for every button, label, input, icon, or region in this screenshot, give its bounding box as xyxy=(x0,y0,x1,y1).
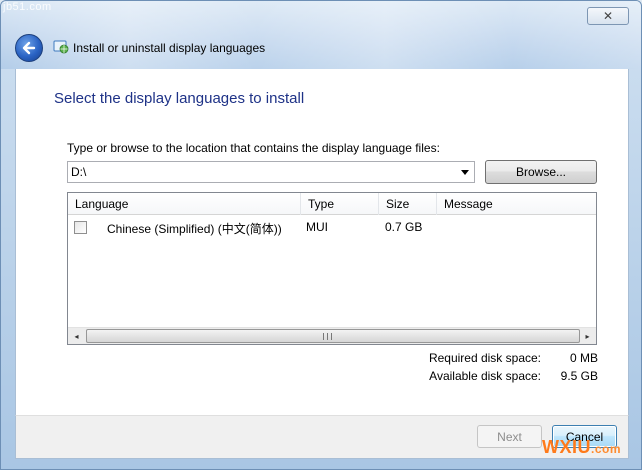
column-header-type[interactable]: Type xyxy=(301,193,379,215)
language-globe-icon xyxy=(53,40,69,54)
back-button[interactable] xyxy=(15,34,43,62)
column-header-language[interactable]: Language xyxy=(68,193,301,215)
window-title: Install or uninstall display languages xyxy=(73,41,266,55)
available-space-value: 9.5 GB xyxy=(560,369,598,383)
back-arrow-icon xyxy=(22,41,36,55)
column-header-size[interactable]: Size xyxy=(379,193,437,215)
browse-button[interactable]: Browse... xyxy=(485,160,597,184)
combobox-dropdown[interactable] xyxy=(458,165,472,179)
close-icon: ✕ xyxy=(602,9,614,23)
list-item[interactable]: Chinese (Simplified) (中文(简体)) MUI 0.7 GB xyxy=(68,217,596,237)
language-name: Chinese (Simplified) (中文(简体)) xyxy=(107,222,282,236)
scroll-left-button[interactable]: ◂ xyxy=(68,328,85,344)
page-heading: Select the display languages to install xyxy=(54,90,305,107)
available-space-label: Available disk space: xyxy=(429,369,541,383)
required-space-label: Required disk space: xyxy=(428,351,541,365)
column-header-message[interactable]: Message xyxy=(437,193,596,215)
language-type: MUI xyxy=(306,220,328,234)
button-bar: Next Cancel xyxy=(15,415,629,459)
watermark-logo: WXIU.com xyxy=(542,437,621,458)
content-pane: Select the display languages to install … xyxy=(15,69,629,415)
watermark-suffix: .com xyxy=(591,442,622,456)
next-button[interactable]: Next xyxy=(477,425,542,448)
installer-window: jb51.com ✕ Install or uninstall display … xyxy=(0,0,642,470)
list-header: Language Type Size Message xyxy=(68,193,596,215)
close-button[interactable]: ✕ xyxy=(587,7,629,25)
required-space-value: 0 MB xyxy=(569,351,598,365)
path-prompt: Type or browse to the location that cont… xyxy=(67,141,440,155)
scroll-right-button[interactable]: ▸ xyxy=(579,328,596,344)
path-value: D:\ xyxy=(71,165,87,179)
scrollbar-thumb[interactable] xyxy=(86,329,580,343)
scroll-left-icon: ◂ xyxy=(74,331,79,341)
scroll-right-icon: ▸ xyxy=(585,331,590,341)
horizontal-scrollbar[interactable]: ◂ ▸ xyxy=(68,327,596,344)
title-bar xyxy=(1,1,641,69)
language-checkbox[interactable] xyxy=(74,221,87,234)
language-list[interactable]: Language Type Size Message Chinese (Simp… xyxy=(67,192,597,345)
path-combobox[interactable]: D:\ xyxy=(67,161,475,183)
watermark-main: WXIU xyxy=(542,437,591,457)
watermark-top: jb51.com xyxy=(3,1,52,13)
chevron-down-icon xyxy=(461,169,469,175)
scrollbar-grip-icon xyxy=(323,333,332,340)
language-size: 0.7 GB xyxy=(385,220,423,234)
